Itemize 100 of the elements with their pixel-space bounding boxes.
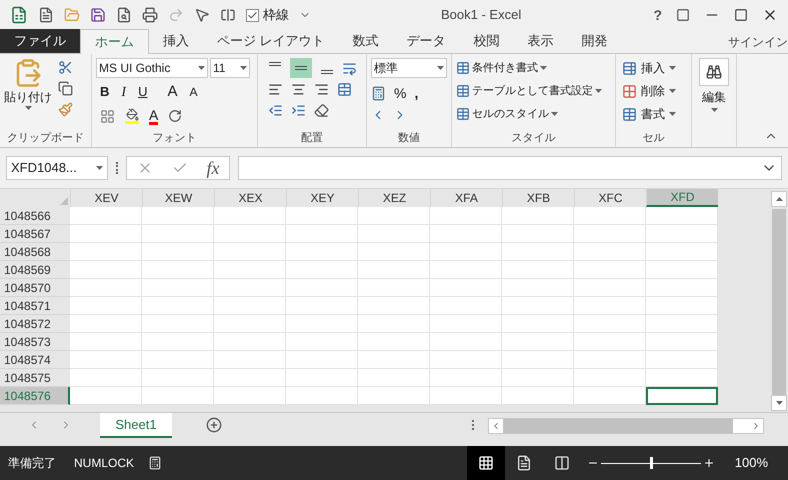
paste-button[interactable]: 貼り付け [4,58,52,129]
grow-font-button[interactable]: A [167,80,178,104]
group-label: スタイル [512,130,556,146]
fill-color-button[interactable] [125,108,139,124]
window-title: Book1 - Excel [441,6,522,24]
group-label: 配置 [301,130,323,146]
caret-icon [198,66,205,70]
align-right-icon[interactable] [314,82,329,97]
caret-icon [96,166,103,170]
align-lines-icon [295,66,307,70]
ready-status: 準備完了 [8,455,56,472]
print-preview-icon[interactable] [116,7,132,23]
format-painter-icon[interactable] [58,102,73,117]
split-icon[interactable] [220,7,236,23]
zoom-slider[interactable] [600,457,701,469]
numlock-indicator: NUMLOCK [74,455,134,472]
sheet-tab[interactable]: Sheet1 [100,413,172,438]
excel-logo-icon[interactable] [10,6,28,24]
columns-icon [554,455,570,471]
align-lines-icon [321,70,333,74]
align-center-icon[interactable] [291,82,306,97]
group-label: 数値 [398,130,420,146]
name-box[interactable]: XFD1048... [6,156,108,180]
ribbon-tab[interactable]: データ [392,29,460,53]
ribbon-tab[interactable]: 挿入 [149,29,203,53]
percent-button[interactable]: % [394,83,406,104]
gridlines-checkbox[interactable] [246,8,259,22]
binoculars-icon [706,64,722,80]
ribbon-tab[interactable]: 数式 [338,29,393,53]
pointer-icon[interactable] [194,7,210,23]
caret-icon [669,89,676,93]
ribbon-tab[interactable]: ホーム [80,29,149,54]
cell[interactable] [646,387,718,405]
number-format-dropdown[interactable]: 標準 [371,58,447,78]
caret-icon [551,112,558,116]
file-tab[interactable]: ファイル [0,29,80,53]
ribbon-tab[interactable]: 開発 [568,29,622,53]
vertical-align-button[interactable] [290,58,312,78]
page-icon [516,455,532,471]
caret-icon [437,66,444,70]
help-button[interactable]: ? [653,4,662,26]
wrap-text-icon[interactable] [342,60,357,76]
table-icon [456,61,470,75]
font-color-button[interactable]: A [149,108,158,124]
zoom-level[interactable]: 100% [734,453,768,473]
formula-input[interactable] [238,156,782,180]
grid-icon [478,455,494,471]
indent-decrease-icon[interactable] [268,103,283,118]
group-label: フォント [152,130,196,146]
paint-bucket-icon [126,108,138,121]
underline-button[interactable]: U [138,82,148,102]
ribbon-tab[interactable]: ページ レイアウト [203,29,339,53]
ribbon-tab[interactable]: 表示 [514,29,568,53]
vertical-scrollbar[interactable] [770,189,788,412]
shrink-font-button[interactable]: A [189,83,198,101]
zoom-thumb[interactable] [650,457,653,469]
checkbox-label: 枠線 [263,6,289,24]
ribbon-display-icon[interactable] [676,8,690,22]
cells-menu-button[interactable]: 挿入 [622,58,685,78]
cut-icon[interactable] [58,60,73,75]
bold-button[interactable]: B [100,82,110,102]
caret-icon [710,108,718,112]
group-label: セル [642,130,664,146]
font-size-dropdown[interactable]: 11 [210,58,250,78]
scroll-thumb[interactable] [733,419,749,433]
horizontal-scrollbar[interactable] [488,418,764,434]
caret-icon [540,66,547,70]
style-menu-button[interactable]: 条件付き書式 [456,58,547,78]
corner-triangle-icon [60,197,68,205]
merge-icon[interactable] [337,82,352,97]
indent-increase-icon[interactable] [291,103,306,118]
copy-icon[interactable] [58,81,73,96]
maximize-icon[interactable] [734,8,748,22]
zoom-in-icon[interactable] [702,457,715,469]
printer-icon[interactable] [142,7,158,23]
insert-function-button[interactable]: fx [206,154,220,182]
new-file-icon[interactable] [38,7,54,23]
border-icon[interactable] [100,108,115,124]
caret-icon [669,66,676,70]
scroll-down-icon[interactable] [776,401,782,405]
folder-icon[interactable] [64,7,80,23]
cells-menu-button[interactable]: 削除 [622,81,685,101]
insert-cells-icon [622,60,637,76]
scroll-up-icon[interactable] [776,197,782,201]
view-button[interactable] [466,446,505,480]
new-sheet-icon[interactable] [206,417,222,433]
comma-button[interactable]: , [414,83,418,104]
style-menu-button[interactable]: セルのスタイル [456,104,558,124]
sign-in-link[interactable]: サインイン [728,32,788,50]
ribbon-tab[interactable]: 校閲 [460,29,514,53]
table-icon [456,84,470,98]
caret-icon [595,89,602,93]
style-menu-button[interactable]: テーブルとして書式設定 [456,81,602,101]
cells-menu-button[interactable]: 書式 [622,104,685,124]
save-icon[interactable] [90,7,106,23]
italic-button[interactable]: I [121,82,126,102]
align-left-icon[interactable] [268,82,283,97]
redo-icon[interactable] [168,7,184,23]
font-name-dropdown[interactable]: MS UI Gothic [96,58,208,78]
table-icon [456,107,470,121]
